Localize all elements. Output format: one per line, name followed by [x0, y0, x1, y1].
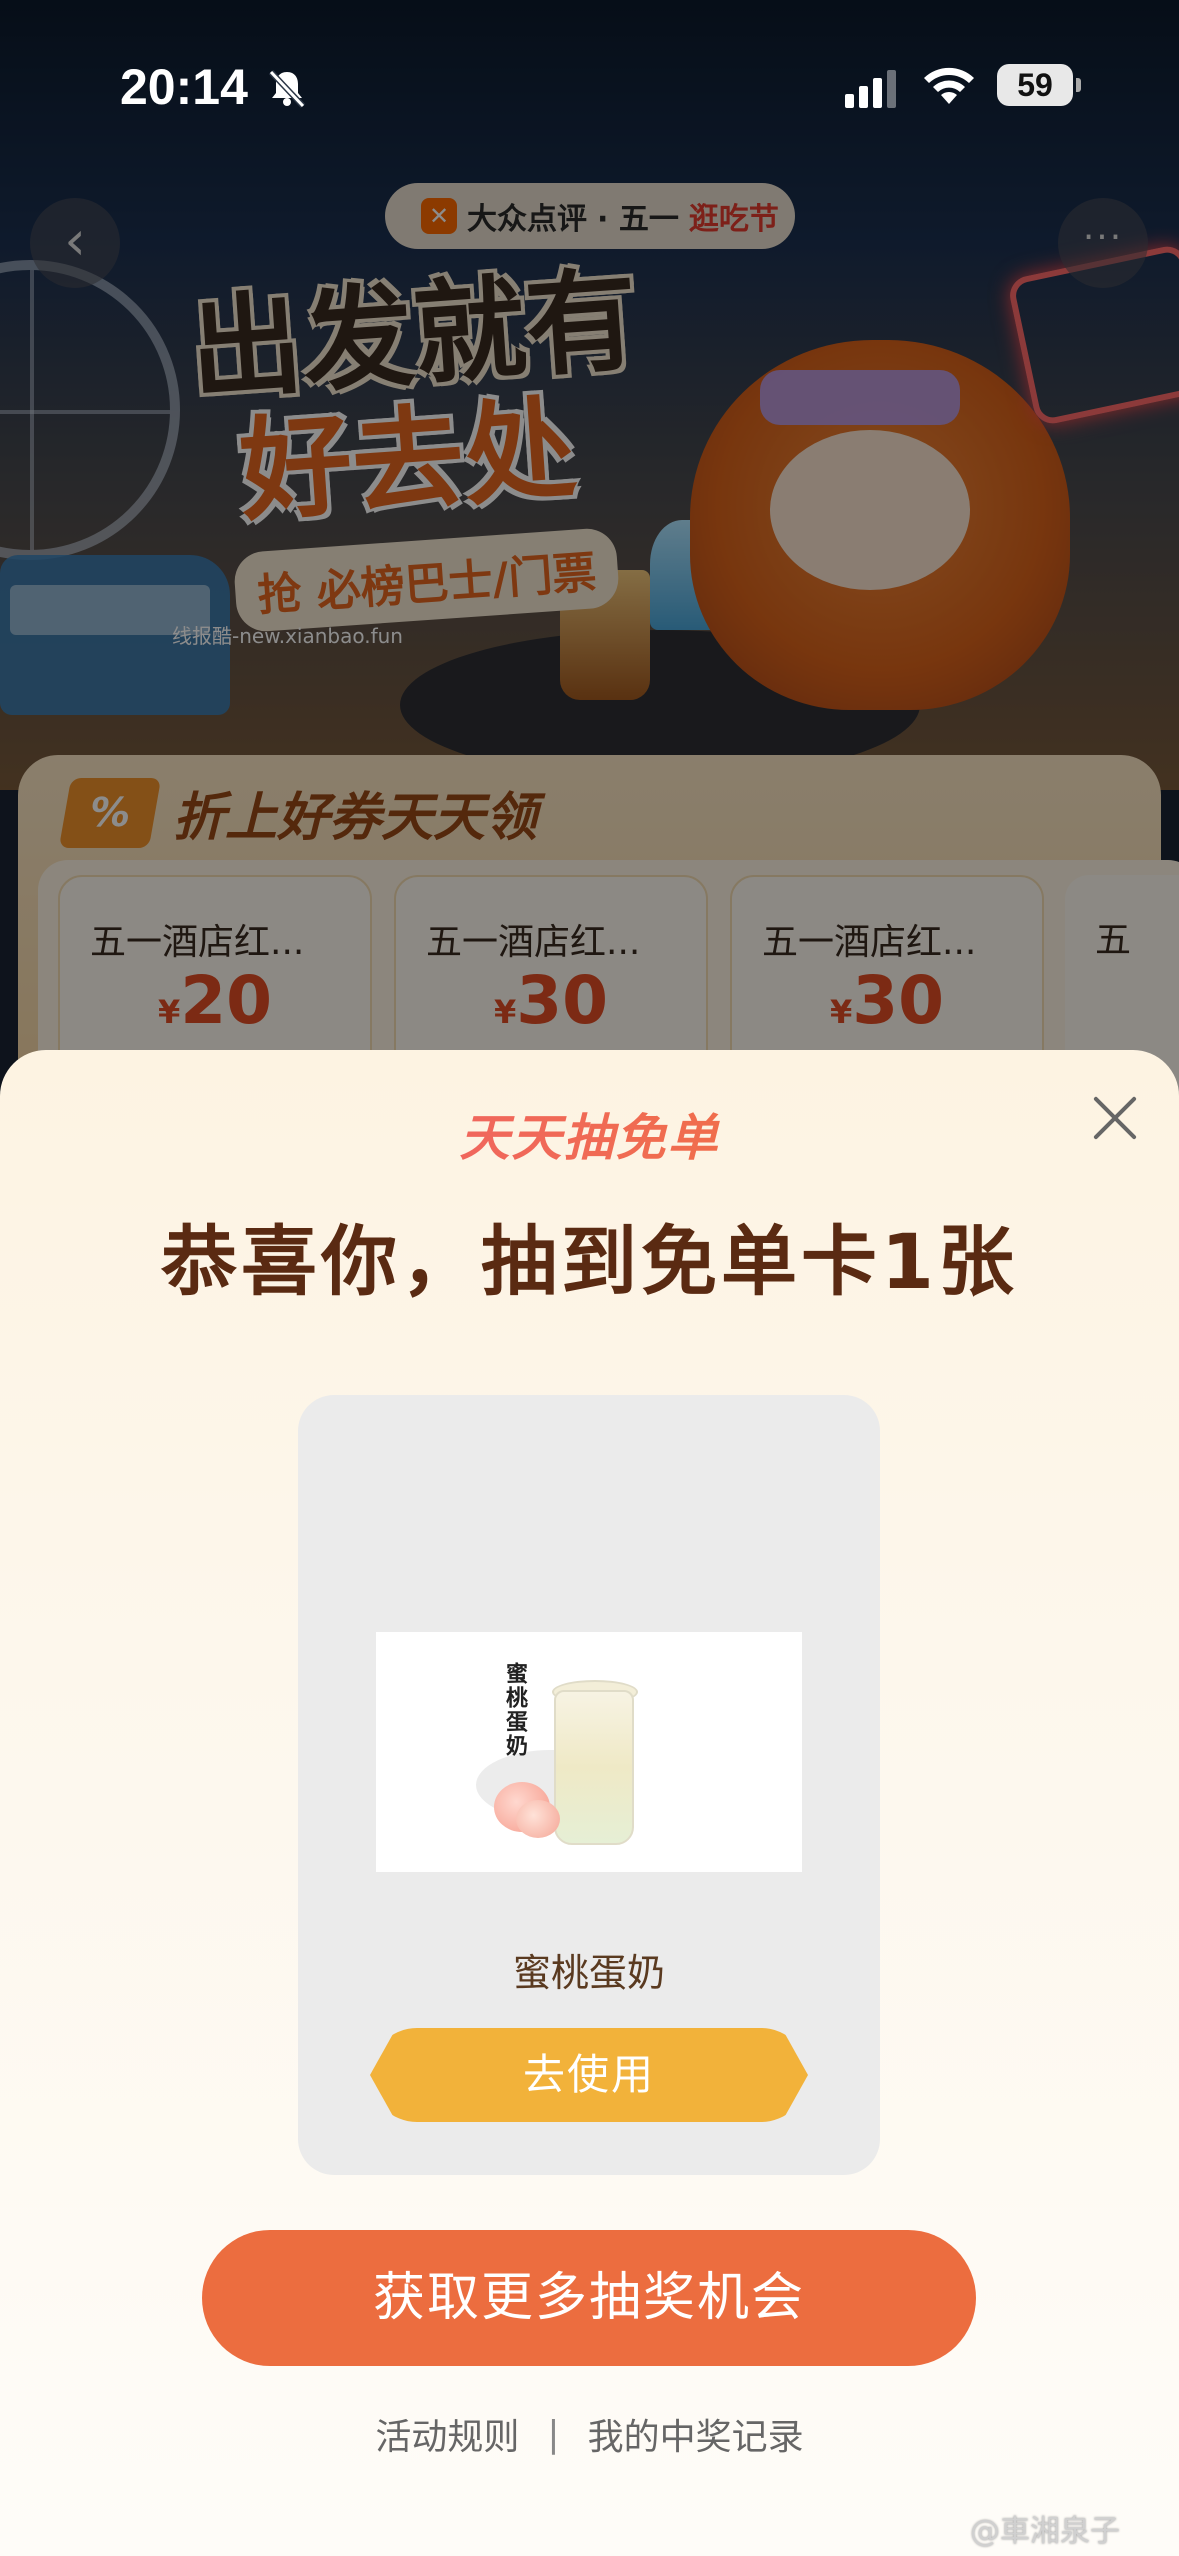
- prize-image: 蜜桃蛋奶: [376, 1632, 802, 1872]
- prize-image-label: 蜜桃蛋奶: [502, 1662, 527, 1758]
- weibo-watermark: @車湘泉子: [970, 2514, 1120, 2549]
- battery-indicator: 59: [997, 64, 1073, 106]
- congrats-heading: 恭喜你，抽到免单卡1张: [161, 1217, 1018, 1306]
- rules-link[interactable]: 活动规则: [375, 2408, 519, 2460]
- footer-links: 活动规则 | 我的中奖记录: [0, 2408, 1179, 2460]
- bell-muted-icon: [268, 69, 306, 109]
- cellular-signal-icon: [845, 68, 896, 108]
- footer-separator: |: [547, 2413, 560, 2455]
- milk-tea-cup-graphic: [554, 1690, 634, 1845]
- wifi-icon: [924, 67, 974, 104]
- use-now-button[interactable]: 去使用: [370, 2028, 808, 2122]
- battery-tip: [1076, 78, 1081, 92]
- status-time: 20:14: [120, 59, 248, 115]
- records-link[interactable]: 我的中奖记录: [588, 2408, 804, 2460]
- prize-name: 蜜桃蛋奶: [512, 1951, 665, 1995]
- more-chances-button[interactable]: 获取更多抽奖机会: [202, 2230, 976, 2366]
- modal-brand-title: 天天抽免单: [0, 1098, 1179, 1170]
- peach-slice-graphic: [516, 1800, 560, 1838]
